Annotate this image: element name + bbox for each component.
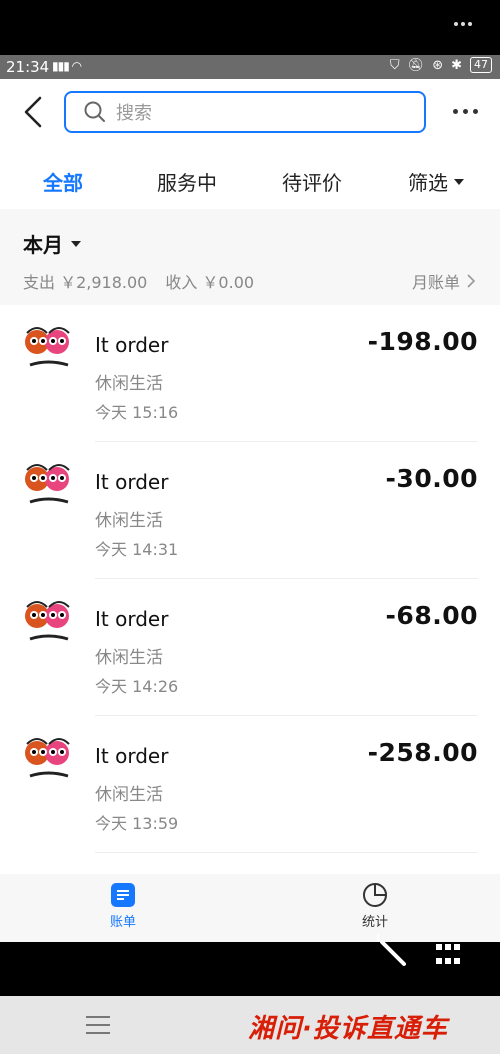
transaction-category: 休闲生活 bbox=[95, 511, 163, 531]
transaction-title: It order bbox=[95, 470, 169, 494]
tab-all[interactable]: 全部 bbox=[43, 167, 83, 196]
magic-wand-icon[interactable] bbox=[372, 932, 408, 968]
income-total: 收入 ￥0.00 bbox=[165, 273, 255, 292]
transaction-time: 今天 13:59 bbox=[95, 814, 179, 833]
transaction-row[interactable]: It order 休闲生活 今天 14:26 -68.00 bbox=[0, 579, 500, 716]
search-placeholder: 搜索 bbox=[116, 103, 152, 124]
header: 搜索 bbox=[0, 79, 500, 149]
nav-stats[interactable]: 统计 bbox=[362, 882, 388, 930]
bill-list-screen: 搜索 全部 服务中 待评价 筛选 本月 支出 ￥2,918.00 收入 ￥0.00… bbox=[0, 79, 500, 942]
totals: 支出 ￥2,918.00 收入 ￥0.00 bbox=[23, 269, 254, 293]
merchant-logo-icon bbox=[25, 601, 70, 641]
grid-icon[interactable] bbox=[436, 944, 462, 968]
transaction-amount: -68.00 bbox=[385, 601, 478, 630]
merchant-logo-icon bbox=[25, 464, 70, 504]
caret-down-icon bbox=[71, 240, 81, 247]
month-label: 本月 bbox=[23, 233, 63, 257]
search-icon bbox=[84, 101, 105, 122]
transaction-amount: -198.00 bbox=[367, 327, 478, 356]
transaction-time: 今天 15:16 bbox=[95, 403, 179, 422]
watermark: 湘问·投诉直通车 bbox=[248, 1014, 448, 1044]
month-selector[interactable]: 本月 bbox=[23, 229, 81, 258]
transaction-category: 休闲生活 bbox=[95, 648, 163, 668]
chevron-right-icon bbox=[467, 274, 476, 288]
status-bar: 21:34 ▮▮▮ ◠ ⛉ 🔕︎ ⊛ ✱ 47 bbox=[0, 55, 500, 79]
transaction-time: 今天 14:26 bbox=[95, 677, 179, 696]
tab-in-service[interactable]: 服务中 bbox=[157, 167, 217, 196]
nav-bill[interactable]: 账单 bbox=[110, 882, 136, 930]
expense-total: 支出 ￥2,918.00 bbox=[23, 273, 148, 292]
transaction-amount: -258.00 bbox=[367, 738, 478, 767]
transaction-category: 休闲生活 bbox=[95, 785, 163, 805]
system-nav-bar: 湘问·投诉直通车 bbox=[0, 996, 500, 1054]
lock-icon: ⊛ bbox=[432, 57, 444, 73]
top-bezel bbox=[0, 0, 500, 55]
back-arrow-icon[interactable] bbox=[18, 95, 50, 129]
transaction-list: It order 休闲生活 今天 15:16 -198.00 It order … bbox=[0, 305, 500, 853]
transaction-amount: -30.00 bbox=[385, 464, 478, 493]
vpn-icon: ⛉ bbox=[389, 57, 400, 73]
merchant-logo-icon bbox=[25, 327, 70, 367]
nav-bill-label: 账单 bbox=[110, 915, 137, 930]
overflow-dots-icon bbox=[454, 22, 472, 32]
monthly-summary: 本月 支出 ￥2,918.00 收入 ￥0.00 月账单 bbox=[0, 209, 500, 305]
transaction-row[interactable]: It order 休闲生活 今天 14:31 -30.00 bbox=[0, 442, 500, 579]
tab-bar: 全部 服务中 待评价 筛选 bbox=[0, 151, 500, 209]
caret-down-icon bbox=[454, 178, 464, 185]
transaction-time: 今天 14:31 bbox=[95, 540, 179, 559]
overlay-bar bbox=[0, 942, 500, 996]
nav-stats-label: 统计 bbox=[362, 915, 389, 930]
bottom-nav: 账单 统计 bbox=[0, 874, 500, 942]
status-time: 21:34 bbox=[6, 58, 50, 76]
mute-icon: 🔕︎ bbox=[407, 57, 425, 73]
signal-icon: ▮▮▮ ◠ bbox=[52, 59, 82, 73]
transaction-title: It order bbox=[95, 744, 169, 768]
tab-to-review[interactable]: 待评价 bbox=[282, 167, 342, 196]
bluetooth-icon: ✱ bbox=[451, 57, 462, 73]
monthly-bill-label: 月账单 bbox=[411, 273, 460, 292]
menu-icon[interactable] bbox=[86, 1016, 110, 1034]
pie-chart-icon bbox=[363, 883, 387, 907]
transaction-title: It order bbox=[95, 607, 169, 631]
divider bbox=[95, 852, 478, 853]
transaction-row[interactable]: It order 休闲生活 今天 13:59 -258.00 bbox=[0, 716, 500, 853]
tab-filter[interactable]: 筛选 bbox=[408, 167, 464, 196]
bill-icon bbox=[111, 883, 135, 907]
transaction-category: 休闲生活 bbox=[95, 374, 163, 394]
search-input[interactable]: 搜索 bbox=[64, 91, 426, 133]
merchant-logo-icon bbox=[25, 738, 70, 778]
battery-icon: 47 bbox=[470, 57, 492, 73]
monthly-bill-link[interactable]: 月账单 bbox=[412, 269, 476, 293]
transaction-title: It order bbox=[95, 333, 169, 357]
transaction-row[interactable]: It order 休闲生活 今天 15:16 -198.00 bbox=[0, 305, 500, 442]
more-options-icon[interactable] bbox=[453, 109, 478, 114]
filter-label: 筛选 bbox=[408, 171, 448, 195]
